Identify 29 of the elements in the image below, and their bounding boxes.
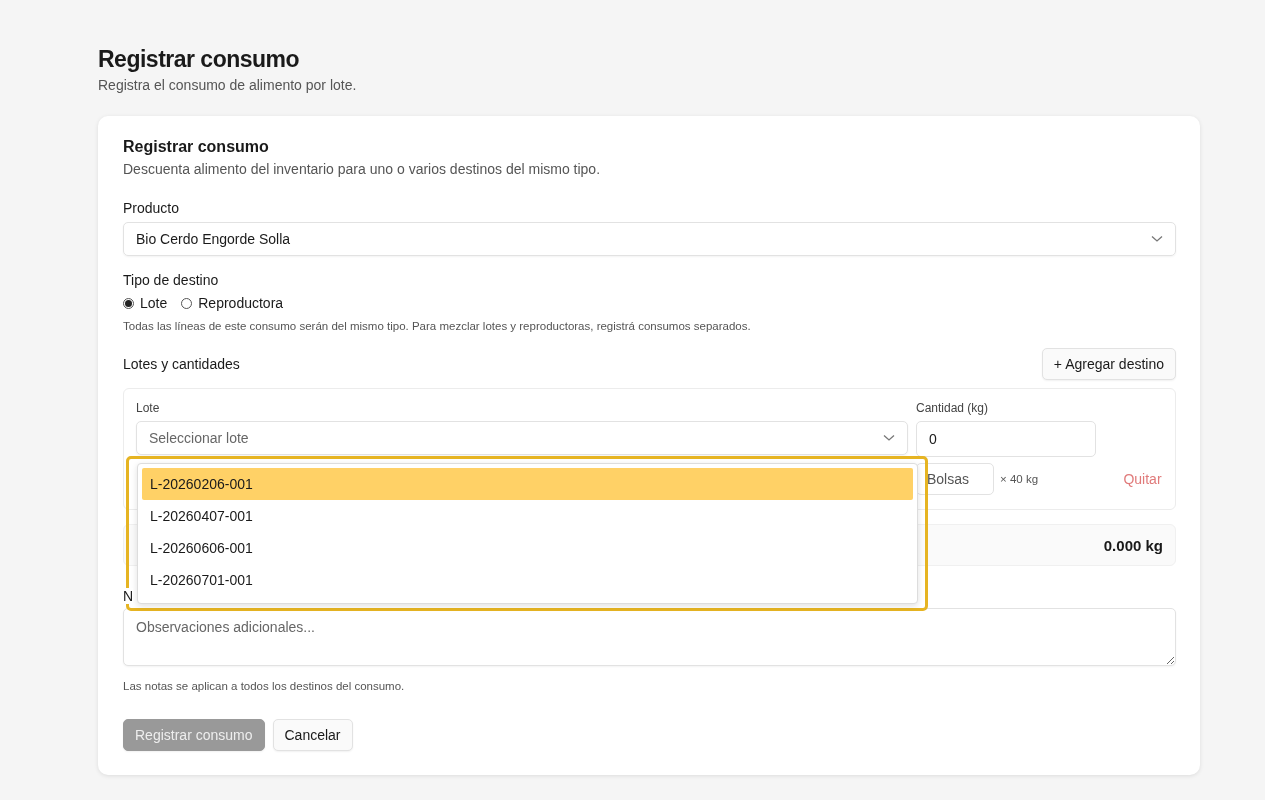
field-label: Tipo de destino	[123, 272, 220, 288]
dropdown-option[interactable]: L-20260206-001	[142, 468, 913, 500]
total-value: 0.000 kg	[1103, 536, 1163, 554]
dropdown-option[interactable]: L-20260701-001	[142, 564, 913, 596]
field-label: N	[123, 588, 134, 604]
add-destination-button[interactable]: + Agregar destino	[1041, 348, 1176, 380]
hint-text: Todas las líneas de este consumo serán del mismo tipo. Para mezclar lotes y reproductoras, registrá consumos separados.	[123, 320, 752, 332]
chevron-down-icon	[883, 434, 895, 442]
chevron-down-icon	[1151, 235, 1163, 243]
quantity-field[interactable]: 0	[916, 421, 1096, 457]
dropdown-option[interactable]: L-20260407-001	[142, 500, 913, 532]
dropdown-option[interactable]: L-20260606-001	[142, 532, 913, 564]
cancel-button[interactable]: Cancelar	[272, 719, 353, 751]
field-label: Producto	[123, 200, 181, 216]
field-label: Cantidad (kg)	[916, 401, 990, 415]
lote-select[interactable]: Seleccionar lote	[136, 421, 908, 455]
page-title: Registrar consumo	[98, 46, 301, 73]
bags-field[interactable]: Bolsas	[916, 463, 994, 495]
section-title: Lotes y cantidades	[123, 356, 240, 372]
card-title: Registrar consumo	[123, 138, 270, 156]
hint-text: Las notas se aplican a todos los destinos del consumo.	[123, 680, 406, 692]
card-description: Descuenta alimento del inventario para uno o varios destinos del mismo tipo.	[123, 161, 602, 177]
notes-field[interactable]: Observaciones adicionales...	[123, 608, 1176, 666]
field-label: Lote	[136, 401, 161, 415]
page-subtitle: Registra el consumo de alimento por lote.	[98, 77, 358, 93]
radio-option[interactable]: Lote	[123, 295, 168, 311]
unit-text: × 40 kg	[1000, 473, 1039, 485]
radio-option[interactable]: Reproductora	[181, 295, 284, 311]
product-select[interactable]: Bio Cerdo Engorde Solla	[123, 222, 1176, 256]
